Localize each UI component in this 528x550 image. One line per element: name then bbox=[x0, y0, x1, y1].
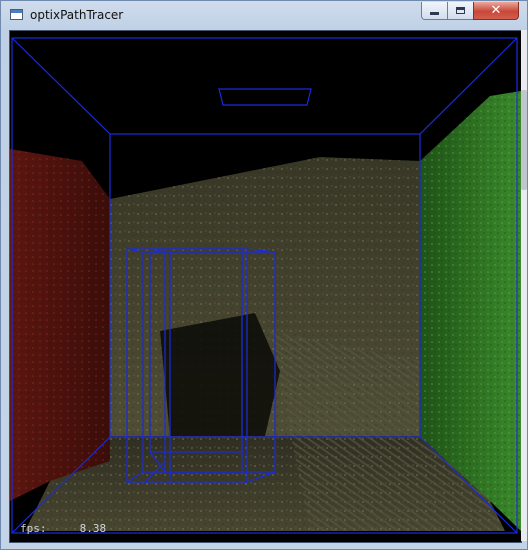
render-viewport[interactable]: fps: 8.38 bbox=[9, 30, 522, 543]
left-wall-noise bbox=[10, 149, 110, 501]
fps-label: fps: bbox=[20, 522, 47, 535]
minimize-button[interactable] bbox=[421, 2, 448, 20]
title-bar[interactable]: optixPathTracer ✕ bbox=[1, 1, 527, 29]
fps-value: 8.38 bbox=[79, 522, 107, 535]
close-icon: ✕ bbox=[490, 2, 502, 18]
scrollbar-thumb[interactable] bbox=[521, 90, 527, 190]
close-button[interactable]: ✕ bbox=[473, 2, 519, 20]
window-title: optixPathTracer bbox=[30, 8, 124, 22]
minimize-icon bbox=[430, 12, 439, 15]
wire-light bbox=[218, 88, 312, 106]
maximize-icon bbox=[456, 7, 465, 14]
vertical-scrollbar[interactable] bbox=[521, 30, 527, 541]
app-window: optixPathTracer ✕ fps: 8.38 bbox=[0, 0, 528, 550]
scene-canvas bbox=[10, 37, 521, 534]
fps-readout: fps: 8.38 bbox=[20, 522, 106, 535]
maximize-button[interactable] bbox=[447, 2, 474, 20]
box-shadow bbox=[160, 313, 280, 436]
wire-corner-tl bbox=[11, 37, 111, 135]
app-window-icon[interactable] bbox=[10, 9, 23, 20]
